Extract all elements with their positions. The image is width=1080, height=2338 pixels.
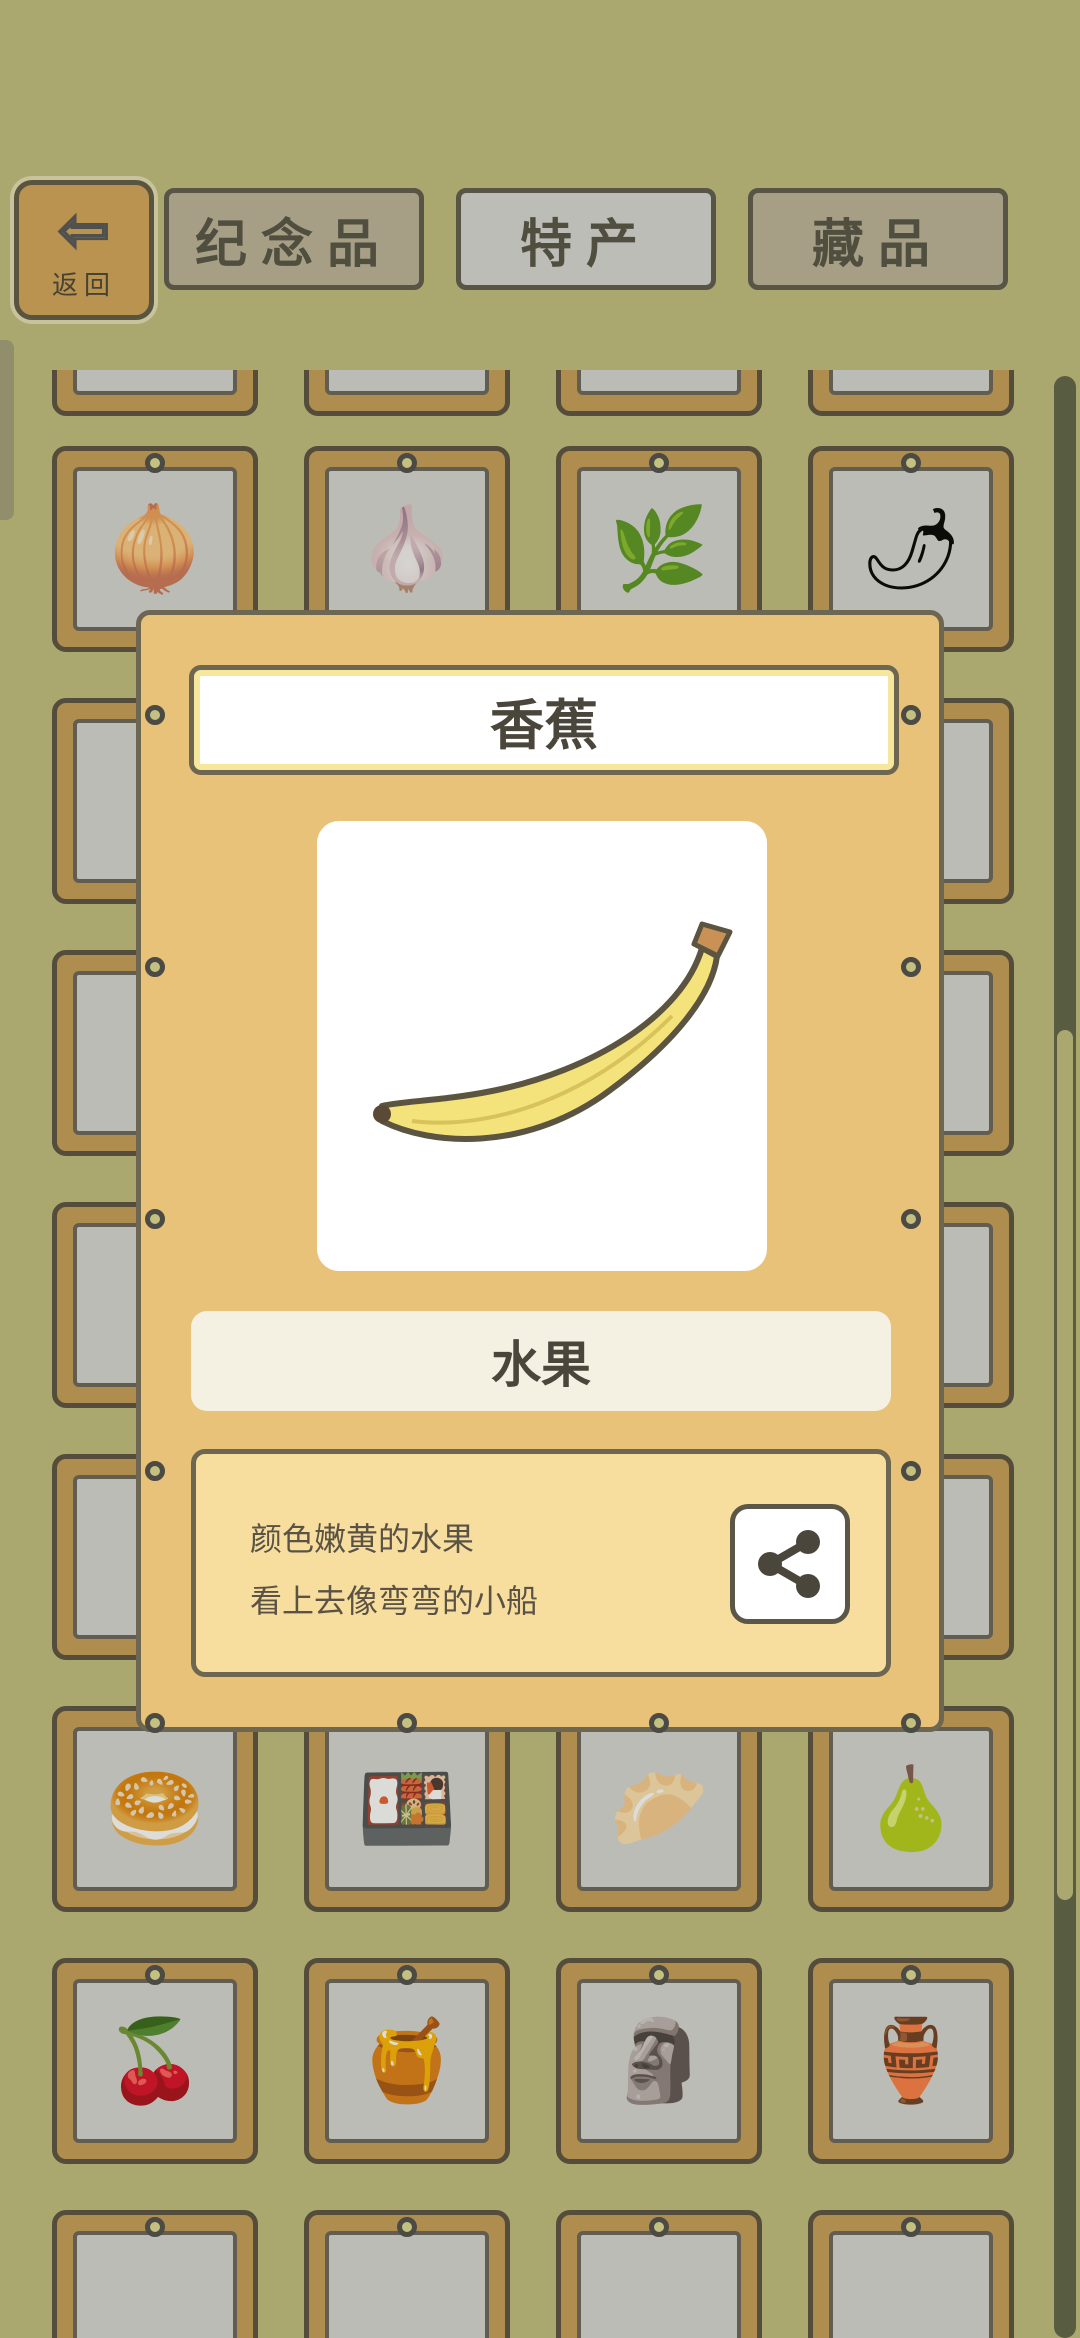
hang-ring-icon xyxy=(901,1965,921,1985)
hang-ring-icon xyxy=(397,1965,417,1985)
hang-ring-icon xyxy=(145,1713,165,1733)
hang-ring-icon xyxy=(397,1713,417,1733)
hang-ring-icon xyxy=(145,705,165,725)
description-line: 颜色嫩黄的水果 xyxy=(250,1520,475,1558)
hang-ring-icon xyxy=(901,1713,921,1733)
description-line: 看上去像弯弯的小船 xyxy=(250,1582,539,1620)
hang-ring-icon xyxy=(901,1209,921,1229)
hang-ring-icon xyxy=(649,2217,669,2237)
hang-ring-icon xyxy=(145,1461,165,1481)
share-button[interactable] xyxy=(730,1504,850,1624)
hang-ring-icon xyxy=(145,957,165,977)
hang-ring-icon xyxy=(901,957,921,977)
hang-ring-icon xyxy=(901,2217,921,2237)
item-category: 水果 xyxy=(191,1311,891,1411)
hang-ring-icon xyxy=(901,453,921,473)
hang-ring-icon xyxy=(901,705,921,725)
hang-ring-icon xyxy=(145,2217,165,2237)
hang-ring-icon xyxy=(145,1209,165,1229)
banana-icon xyxy=(373,921,733,1142)
item-detail-modal: 香蕉 水果 颜色嫩黄的水果 看上去像弯弯的小船 xyxy=(136,610,944,1732)
hang-ring-icon xyxy=(901,1461,921,1481)
hang-ring-icon xyxy=(145,1965,165,1985)
hang-ring-icon xyxy=(397,2217,417,2237)
item-description-box: 颜色嫩黄的水果 看上去像弯弯的小船 xyxy=(191,1449,891,1677)
item-image xyxy=(317,821,767,1271)
hang-ring-icon xyxy=(397,453,417,473)
hang-ring-icon xyxy=(649,1965,669,1985)
hang-ring-icon xyxy=(145,453,165,473)
item-title: 香蕉 xyxy=(189,665,899,775)
share-icon xyxy=(758,1530,820,1598)
hang-ring-icon xyxy=(649,1713,669,1733)
hang-ring-icon xyxy=(649,453,669,473)
